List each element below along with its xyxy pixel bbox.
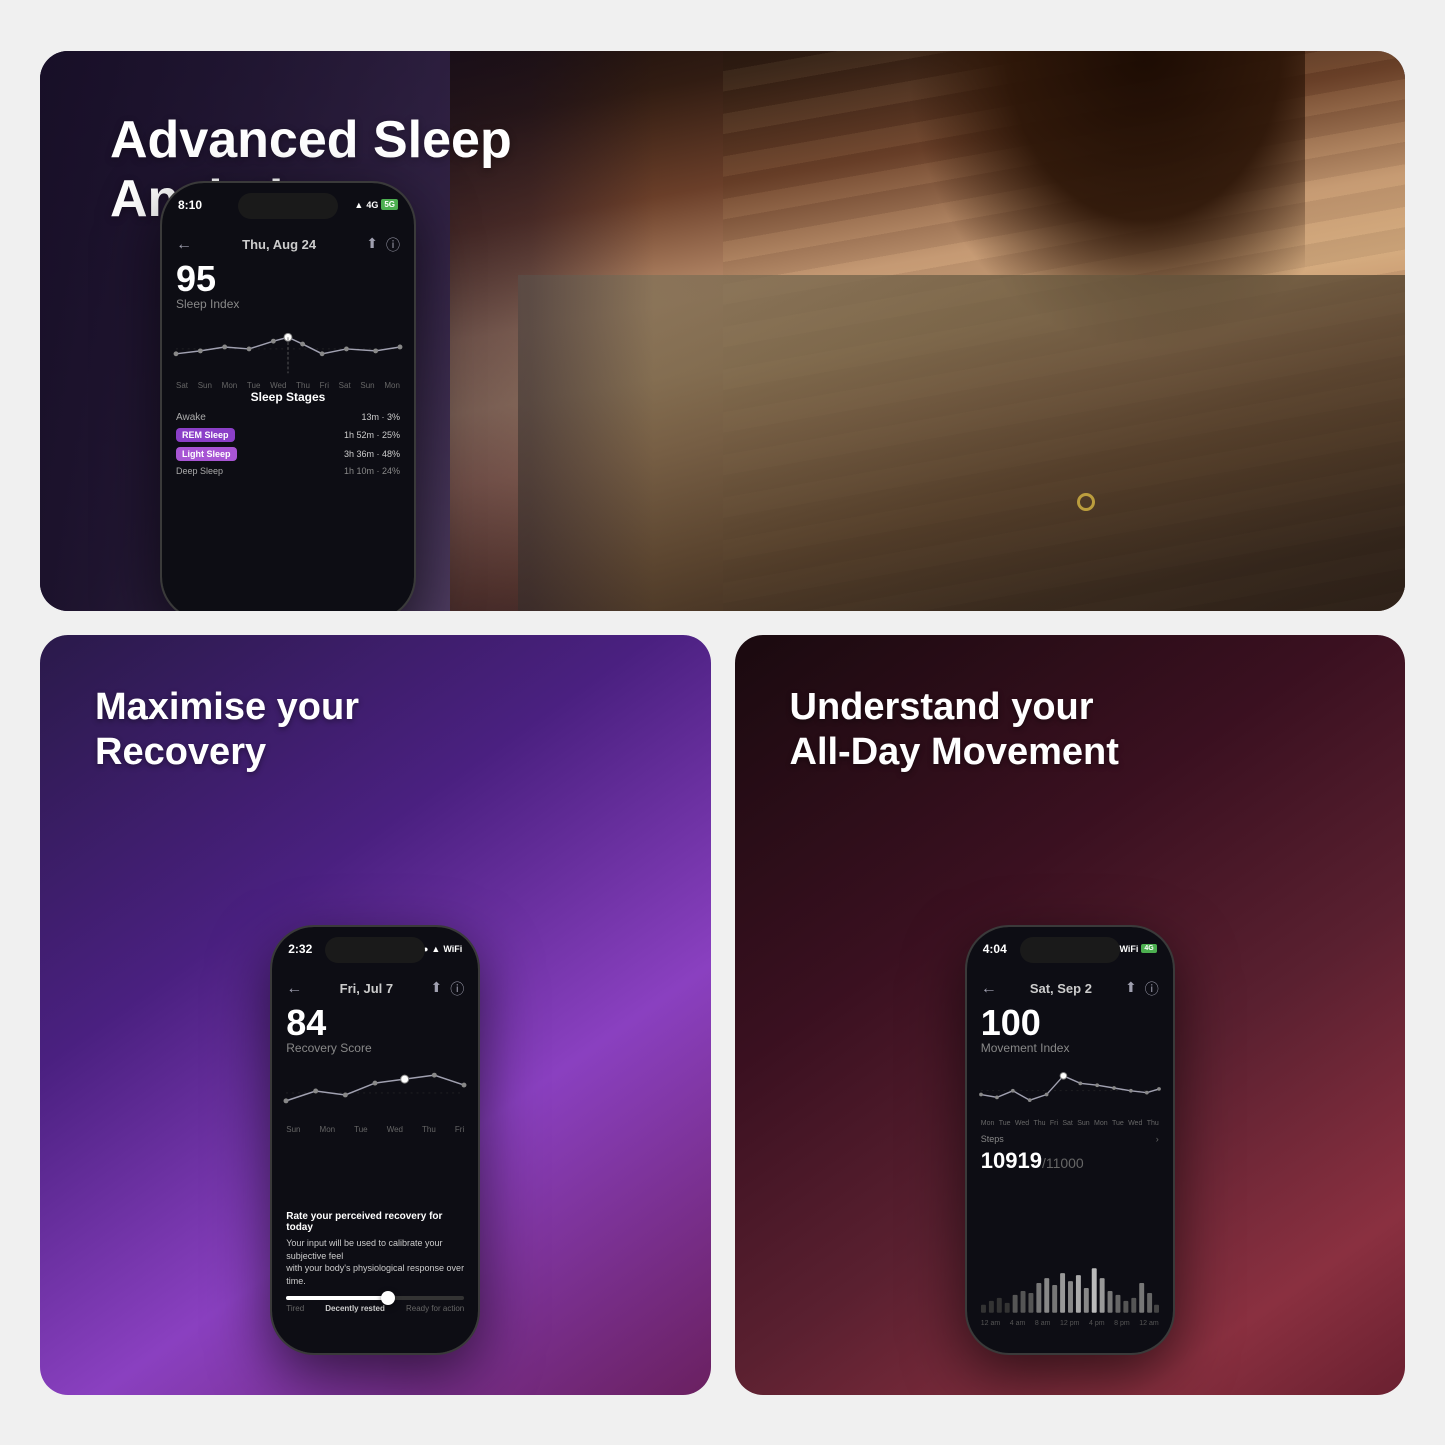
movement-panel: Understand your All-Day Movement 4:04 ●●… [735,635,1406,1395]
phone-notch-recovery [325,937,425,963]
movement-info-icon[interactable]: ⓘ [1145,979,1159,999]
movement-phone-screen: 4:04 ●●● WiFi 4G ← Sat, Sep 2 ⬆ ⓘ [967,927,1173,1353]
recovery-score-label: Recovery Score [286,1041,464,1055]
slider-labels: Tired Decently rested Ready for action [286,1304,464,1313]
share-icon[interactable]: ⬆ [366,235,378,255]
steps-bar-chart: 12 am 4 am 8 am 12 pm 4 pm 8 pm 12 am [981,1263,1159,1323]
top-panel: Advanced Sleep Analytics 8:10 ▲ 4G 5G ← [40,51,1405,611]
recovery-phone: 2:32 ●●● ▲ WiFi ← Fri, Jul 7 ⬆ ⓘ [270,925,480,1355]
movement-phone: 4:04 ●●● WiFi 4G ← Sat, Sep 2 ⬆ ⓘ [965,925,1175,1355]
sleep-chart: Sat Sun Mon Tue Wed Thu Fri Sat Sun Mon [176,319,400,384]
phone-notch [238,193,338,219]
stage-rem: REM Sleep 1h 52m · 25% [176,428,400,442]
bar-chart-labels: 12 am 4 am 8 am 12 pm 4 pm 8 pm 12 am [981,1320,1159,1327]
movement-share-icon[interactable]: ⬆ [1125,979,1137,999]
status-time: 8:10 [178,198,202,212]
recovery-nav-icons: ⬆ ⓘ [431,979,465,999]
steps-row: Steps › [981,1134,1159,1144]
movement-nav-back[interactable]: ← [981,980,997,998]
recovery-share-icon[interactable]: ⬆ [431,979,443,999]
recovery-info-icon[interactable]: ⓘ [450,979,464,999]
recovery-slider[interactable] [286,1296,464,1300]
info-icon[interactable]: ⓘ [386,235,400,255]
chart-labels: Sat Sun Mon Tue Wed Thu Fri Sat Sun Mon [176,381,400,390]
stage-deep: Deep Sleep 1h 10m · 24% [176,466,400,476]
sleep-score: 95 [176,261,400,297]
recovery-slider-section: Rate your perceived recovery for today Y… [286,1211,464,1312]
recovery-chart-labels: Sun Mon Tue Wed Thu Fri [286,1125,464,1134]
movement-chart-labels: Mon Tue Wed Thu Fri Sat Sun Mon Tue Wed … [981,1120,1159,1127]
phone-notch-movement [1020,937,1120,963]
recovery-nav-date: Fri, Jul 7 [340,981,393,996]
movement-score: 100 [981,1005,1159,1041]
movement-score-label: Movement Index [981,1041,1159,1055]
movement-content: ← Sat, Sep 2 ⬆ ⓘ 100 Movement Index [967,971,1173,1353]
sleep-score-label: Sleep Index [176,297,400,311]
movement-chart: Mon Tue Wed Thu Fri Sat Sun Mon Tue Wed … [981,1063,1159,1128]
slider-title: Rate your perceived recovery for today [286,1211,464,1233]
movement-nav-icons: ⬆ ⓘ [1125,979,1159,999]
nav-bar: ← Thu, Aug 24 ⬆ ⓘ [176,235,400,255]
stage-awake: Awake 13m · 3% [176,412,400,423]
recovery-nav: ← Fri, Jul 7 ⬆ ⓘ [286,979,464,999]
top-phone: 8:10 ▲ 4G 5G ← Thu, Aug 24 ⬆ ⓘ 95 [160,181,416,611]
movement-nav: ← Sat, Sep 2 ⬆ ⓘ [981,979,1159,999]
recovery-content: ← Fri, Jul 7 ⬆ ⓘ 84 Recovery Score [272,971,478,1353]
recovery-title: Maximise your Recovery [95,685,359,776]
movement-nav-date: Sat, Sep 2 [1030,981,1092,996]
steps-label: Steps [981,1134,1004,1144]
slider-fill [286,1296,384,1300]
movement-title: Understand your All-Day Movement [790,685,1119,776]
slider-thumb[interactable] [381,1291,395,1305]
recovery-score: 84 [286,1005,464,1041]
recovery-panel: Maximise your Recovery 2:32 ●●● ▲ WiFi [40,635,711,1395]
nav-icons: ⬆ ⓘ [366,235,400,255]
steps-value: 10919 [981,1148,1042,1173]
steps-limit: /11000 [1042,1155,1084,1171]
status-icons: ▲ 4G 5G [354,199,398,210]
top-phone-screen: 8:10 ▲ 4G 5G ← Thu, Aug 24 ⬆ ⓘ 95 [162,183,414,611]
bottom-row: Maximise your Recovery 2:32 ●●● ▲ WiFi [40,635,1405,1395]
recovery-phone-screen: 2:32 ●●● ▲ WiFi ← Fri, Jul 7 ⬆ ⓘ [272,927,478,1353]
recovery-chart: Sun Mon Tue Wed Thu Fri [286,1063,464,1128]
nav-date: Thu, Aug 24 [242,237,316,252]
slider-text: Your input will be used to calibrate you… [286,1237,464,1287]
phone-content: ← Thu, Aug 24 ⬆ ⓘ 95 Sleep Index [162,227,414,611]
sleep-stages-title: Sleep Stages [176,390,400,404]
movement-time: 4:04 [983,942,1007,956]
steps-count: 10919/11000 [981,1148,1159,1174]
nav-back[interactable]: ← [176,236,192,254]
recovery-time: 2:32 [288,942,312,956]
stage-light: Light Sleep 3h 36m · 48% [176,447,400,461]
ring-decoration [1077,493,1095,511]
recovery-nav-back[interactable]: ← [286,980,302,998]
